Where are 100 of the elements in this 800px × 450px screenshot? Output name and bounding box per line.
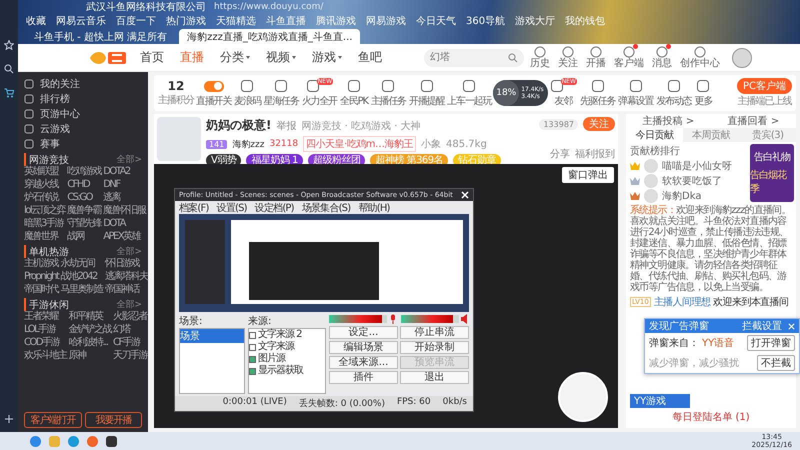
category-link[interactable]: DNF — [103, 179, 146, 191]
nav-item[interactable]: 鱼吧 — [358, 49, 382, 66]
bookmark[interactable]: 360导航 — [466, 14, 506, 28]
category-link[interactable]: 哈利波特... — [68, 337, 111, 349]
category-link[interactable]: 英雄联盟 — [24, 166, 66, 178]
category-link[interactable]: 帝国时代 — [24, 284, 58, 296]
sidebar-item[interactable]: 排行榜 — [24, 91, 142, 106]
browser-tab[interactable]: 海豹zzz直播_吃鸡游戏直播_斗鱼直... — [179, 29, 360, 44]
category-link[interactable]: 欢乐斗地主 — [24, 350, 66, 362]
category-link[interactable]: DOTA — [103, 218, 146, 230]
settings-link[interactable]: 拦截设置 — [742, 319, 782, 333]
toolbar-button[interactable]: 发布动态 — [655, 78, 693, 108]
header-link[interactable]: 客户端 — [614, 46, 644, 69]
bookmark[interactable]: 斗鱼直播 — [266, 14, 306, 28]
toolbar-button[interactable]: 星海任务 — [262, 78, 300, 108]
yy-tab[interactable]: YY游戏 — [630, 394, 690, 408]
category-link[interactable]: 炉石传说 — [24, 192, 66, 204]
scene-item[interactable]: 场景 — [180, 329, 244, 343]
chat-user[interactable]: 主播人间理想 — [654, 295, 710, 309]
source-item[interactable]: 显示器获取 — [258, 365, 303, 377]
search-icon[interactable] — [4, 64, 14, 74]
category-link[interactable]: DOTA2 — [103, 166, 146, 178]
source-item[interactable]: 文字来源 2 — [258, 329, 302, 341]
bookmark[interactable]: 网易云音乐 — [56, 14, 106, 28]
category-link[interactable]: lol云顶之弈 — [24, 205, 66, 217]
category-link[interactable]: 魔兽世界 — [24, 231, 66, 243]
bookmark[interactable]: 百度一下 — [116, 14, 156, 28]
bookmark[interactable]: 天猫精选 — [216, 14, 256, 28]
sidebar-item[interactable]: 赛事 — [24, 136, 142, 151]
obs-button[interactable]: 插件 — [329, 371, 398, 384]
category-link[interactable]: 穿越火线 — [24, 179, 66, 191]
bookmark[interactable]: 热门游戏 — [166, 14, 206, 28]
open-popup-button[interactable]: 打开弹窗 — [747, 335, 795, 351]
header-link[interactable]: 历史 — [530, 46, 550, 69]
category-link[interactable]: 逃离塔科夫 — [104, 271, 148, 283]
category-link[interactable]: Propnight — [24, 271, 58, 283]
category-link[interactable]: 帝国神话 — [104, 284, 148, 296]
chat-link[interactable]: 主播投稿 > — [642, 114, 694, 128]
header-link[interactable]: 关注 — [558, 46, 578, 69]
checkbox[interactable] — [249, 332, 256, 338]
chat-tab[interactable]: 贵宾(3) — [739, 128, 796, 142]
toolbar-button[interactable]: 麦浪码 — [233, 78, 262, 108]
chat-tab[interactable]: 今日贡献 — [626, 128, 683, 142]
menu-item[interactable]: 档案(F) — [179, 200, 209, 214]
popout-button[interactable]: 窗口弹出 — [562, 167, 614, 183]
menu-item[interactable]: 设定档(P) — [254, 200, 294, 214]
category-link[interactable]: 战网 — [67, 231, 102, 243]
toolbar-button[interactable]: 开播提醒 — [408, 78, 446, 108]
category-link[interactable]: 原神 — [68, 350, 111, 362]
address-field[interactable]: https://www.douyu.com/ — [214, 2, 324, 12]
category-link[interactable]: 永劫无间 — [60, 258, 103, 270]
toolbar-button[interactable]: 先驱任务 — [578, 78, 616, 108]
obs-button[interactable]: 设定... — [329, 326, 398, 339]
category-link[interactable]: CFHD — [67, 179, 102, 191]
category-link[interactable]: 和平精英 — [68, 311, 111, 323]
bookmark[interactable]: 今日天气 — [416, 14, 456, 28]
menu-item[interactable]: 场景集合(S) — [302, 200, 350, 214]
toolbar-button[interactable]: 直播开关 — [195, 78, 232, 108]
sidebar-button[interactable]: 我要开播 — [84, 412, 142, 428]
category-link[interactable]: 吃鸡游戏 — [67, 166, 102, 178]
star-icon[interactable] — [4, 40, 14, 50]
browser-tab[interactable]: 斗鱼手机 - 超快上网 满足所有 — [26, 29, 176, 44]
share-link[interactable]: 分享 — [550, 147, 570, 161]
category-link[interactable]: 火影忍者 — [113, 311, 147, 323]
bookmark[interactable]: 收藏 — [26, 14, 46, 28]
sidebar-item[interactable]: 页游中心 — [24, 106, 142, 121]
checkbox[interactable] — [249, 368, 256, 374]
header-link[interactable]: 创作中心 — [680, 46, 720, 69]
header-link[interactable]: 消息 — [652, 46, 672, 69]
ignore-button[interactable]: 不拦截 — [757, 355, 795, 371]
source-item[interactable]: 文字来源 — [258, 341, 294, 353]
toolbar-button[interactable]: 主播任务 — [370, 78, 408, 108]
category-link[interactable]: 金铲铲之战 — [68, 324, 111, 336]
nav-item[interactable]: 分类 — [220, 49, 250, 66]
category-link[interactable]: 王者荣耀 — [24, 311, 66, 323]
obs-button[interactable]: 编辑场景 — [329, 341, 398, 354]
menu-item[interactable]: 帮助(H) — [358, 200, 390, 214]
category-link[interactable]: 幻塔 — [113, 324, 147, 336]
all-link[interactable]: 全部> — [116, 153, 142, 166]
category-link[interactable]: 天刀手游 — [113, 350, 147, 362]
chat-link[interactable]: 直播回看 > — [728, 114, 780, 128]
pc-client-button[interactable]: PC客户端 — [736, 78, 792, 94]
obs-button[interactable]: 停止串流 — [400, 326, 469, 339]
category-link[interactable]: 主机游戏 — [24, 258, 58, 270]
bookmark[interactable]: 网易游戏 — [366, 14, 406, 28]
all-link[interactable]: 全部> — [116, 245, 142, 258]
close-icon[interactable] — [461, 191, 469, 199]
category-link[interactable]: 魔兽争霸 — [67, 205, 102, 217]
obs-button[interactable]: 全域来源... — [329, 356, 398, 369]
all-link[interactable]: 全部> — [116, 298, 142, 311]
category-link[interactable]: 战地2042 — [60, 271, 103, 283]
category-link[interactable]: LOL手游 — [24, 324, 66, 336]
sidebar-item[interactable]: 我的关注 — [24, 76, 142, 91]
report-link[interactable]: 举报 — [276, 118, 296, 132]
menu-item[interactable]: 设置(S) — [216, 200, 247, 214]
category-link[interactable]: 守望先锋 — [67, 218, 102, 230]
source-item[interactable]: 图片源 — [258, 353, 285, 365]
category-link[interactable]: COD手游 — [24, 337, 66, 349]
bookmark[interactable]: 游戏大厅 — [515, 14, 556, 28]
sidebar-item[interactable]: 云游戏 — [24, 121, 142, 136]
